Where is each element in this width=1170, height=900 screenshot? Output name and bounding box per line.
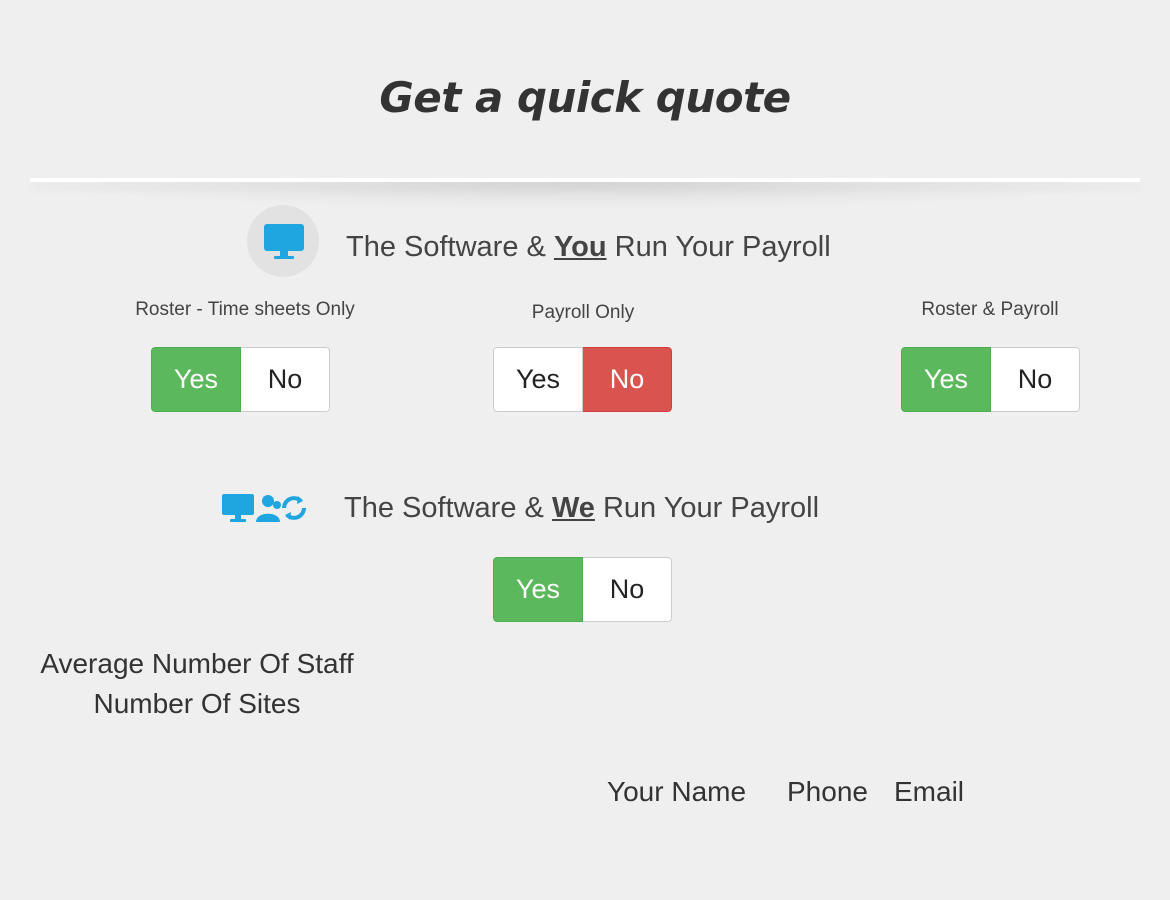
- heading-prefix: The Software &: [344, 492, 552, 524]
- heading-prefix: The Software &: [346, 231, 554, 263]
- option-label-roster-only: Roster - Time sheets Only: [135, 299, 355, 320]
- payroll-only-yes-button[interactable]: Yes: [493, 347, 583, 412]
- monitor-icon: [264, 224, 304, 259]
- heading-emphasis: You: [553, 231, 607, 263]
- toggle-payroll-only: Yes No: [493, 347, 672, 412]
- refresh-icon: [282, 496, 306, 520]
- payroll-only-no-button[interactable]: No: [583, 347, 672, 412]
- divider-shadow: [30, 182, 1140, 210]
- option-label-payroll-only: Payroll Only: [531, 302, 635, 323]
- toggle-roster-only: Yes No: [151, 347, 330, 412]
- name-label: Your Name: [607, 776, 747, 807]
- roster-payroll-yes-button[interactable]: Yes: [901, 347, 991, 412]
- roster-payroll-no-button[interactable]: No: [991, 347, 1080, 412]
- option-label-roster-payroll: Roster & Payroll: [921, 299, 1059, 320]
- sites-label: Number Of Sites: [93, 688, 301, 719]
- average-staff-label: Average Number Of Staff: [40, 648, 354, 679]
- software-icon-badge: [247, 205, 319, 277]
- toggle-managed: Yes No: [493, 557, 672, 622]
- phone-label: Phone: [787, 776, 868, 807]
- roster-only-no-button[interactable]: No: [241, 347, 330, 412]
- roster-only-yes-button[interactable]: Yes: [151, 347, 241, 412]
- heading-suffix: Run Your Payroll: [606, 231, 831, 263]
- managed-service-icons: [222, 494, 306, 522]
- email-label: Email: [894, 776, 965, 807]
- page-title: Get a quick quote: [379, 73, 791, 122]
- toggle-roster-payroll: Yes No: [901, 347, 1080, 412]
- section-heading-self-run: The Software & You Run Your Payroll: [346, 229, 831, 265]
- heading-suffix: Run Your Payroll: [594, 492, 820, 524]
- section-heading-managed: The Software & We Run Your Payroll: [344, 490, 819, 526]
- heading-emphasis: We: [551, 492, 595, 524]
- managed-yes-button[interactable]: Yes: [493, 557, 583, 622]
- monitor-icon: [222, 494, 254, 522]
- people-icon: [256, 495, 281, 522]
- managed-no-button[interactable]: No: [583, 557, 672, 622]
